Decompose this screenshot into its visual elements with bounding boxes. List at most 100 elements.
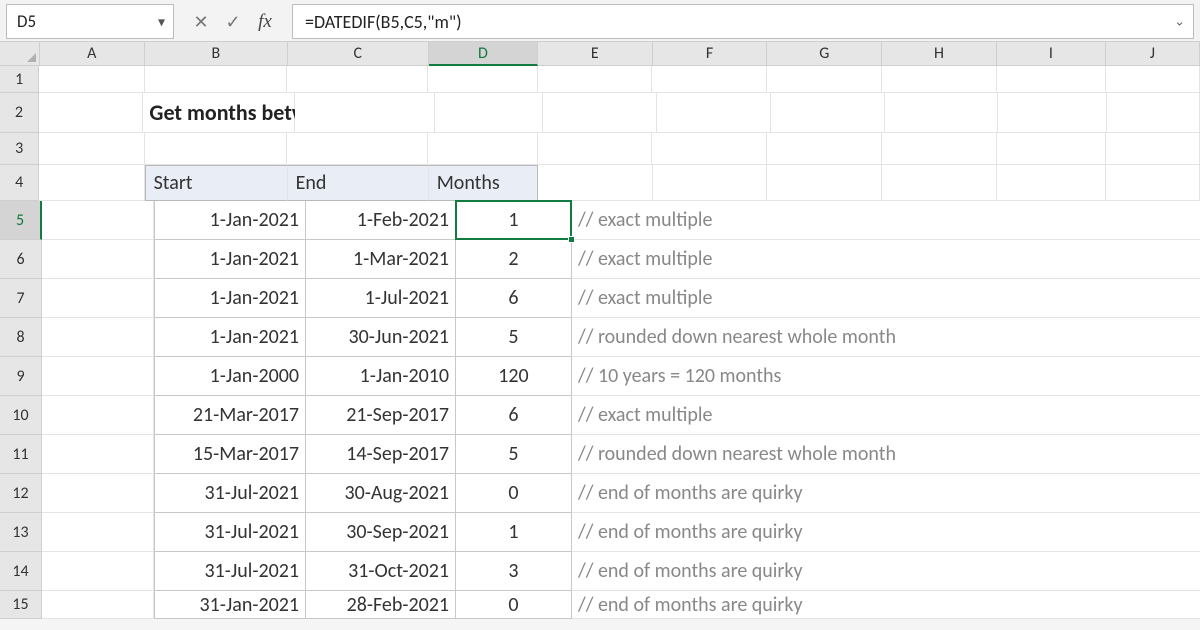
cell-months[interactable]: 120 bbox=[456, 357, 572, 396]
cell-start[interactable]: 1-Jan-2021 bbox=[154, 201, 306, 240]
cell-comment[interactable]: // rounded down nearest whole month bbox=[572, 318, 1200, 357]
cell-months[interactable]: 5 bbox=[456, 318, 572, 357]
cell[interactable] bbox=[39, 66, 144, 93]
cell[interactable] bbox=[543, 93, 657, 133]
cell-months[interactable]: 1 bbox=[456, 201, 572, 240]
cell-comment[interactable]: // end of months are quirky bbox=[572, 591, 1200, 619]
cell[interactable] bbox=[538, 133, 653, 165]
cell[interactable] bbox=[42, 357, 154, 396]
row-header-2[interactable]: 2 bbox=[0, 93, 39, 133]
cell-start[interactable]: 31-Jan-2021 bbox=[154, 591, 306, 619]
cell[interactable] bbox=[287, 133, 428, 165]
cell[interactable] bbox=[42, 435, 154, 474]
cell[interactable] bbox=[42, 279, 154, 318]
cell-comment[interactable]: // exact multiple bbox=[572, 240, 1200, 279]
row-header-4[interactable]: 4 bbox=[0, 165, 39, 201]
row-header-10[interactable]: 10 bbox=[0, 396, 42, 435]
cell[interactable] bbox=[998, 93, 1106, 133]
cell[interactable] bbox=[42, 240, 154, 279]
cell-comment[interactable]: // end of months are quirky bbox=[572, 513, 1200, 552]
cell-comment[interactable]: // end of months are quirky bbox=[572, 474, 1200, 513]
page-title[interactable]: Get months between dates bbox=[143, 93, 295, 133]
cell-comment[interactable]: // exact multiple bbox=[572, 396, 1200, 435]
cell[interactable] bbox=[767, 133, 882, 165]
cell-comment[interactable]: // 10 years = 120 months bbox=[572, 357, 1200, 396]
cell[interactable] bbox=[997, 165, 1106, 201]
cell[interactable] bbox=[435, 93, 543, 133]
cell-end[interactable]: 31-Oct-2021 bbox=[306, 552, 456, 591]
row-header-11[interactable]: 11 bbox=[0, 435, 42, 474]
cell[interactable] bbox=[538, 66, 653, 93]
cell-end[interactable]: 14-Sep-2017 bbox=[306, 435, 456, 474]
cell-months[interactable]: 6 bbox=[456, 279, 572, 318]
table-header-start[interactable]: Start bbox=[145, 165, 288, 201]
enter-icon[interactable]: ✓ bbox=[222, 11, 244, 33]
chevron-down-icon[interactable]: ▾ bbox=[158, 13, 165, 30]
cell-months[interactable]: 5 bbox=[456, 435, 572, 474]
cell-start[interactable]: 1-Jan-2021 bbox=[154, 279, 306, 318]
row-header-1[interactable]: 1 bbox=[0, 66, 39, 93]
cell[interactable] bbox=[882, 133, 997, 165]
cell-comment[interactable]: // end of months are quirky bbox=[572, 552, 1200, 591]
row-header-7[interactable]: 7 bbox=[0, 279, 42, 318]
cell-end[interactable]: 30-Aug-2021 bbox=[306, 474, 456, 513]
cell[interactable] bbox=[39, 93, 144, 133]
row-header-15[interactable]: 15 bbox=[0, 591, 42, 619]
col-header-J[interactable]: J bbox=[1106, 42, 1200, 66]
cell[interactable] bbox=[428, 66, 537, 93]
cell-comment[interactable]: // exact multiple bbox=[572, 201, 1200, 240]
cell[interactable] bbox=[653, 165, 768, 201]
cell-months[interactable]: 2 bbox=[456, 240, 572, 279]
row-header-6[interactable]: 6 bbox=[0, 240, 42, 279]
cell[interactable] bbox=[882, 165, 997, 201]
row-header-3[interactable]: 3 bbox=[0, 133, 39, 165]
formula-input[interactable]: =DATEDIF(B5,C5,"m") ⌄ bbox=[292, 4, 1194, 39]
cell[interactable] bbox=[295, 93, 435, 133]
cell-months[interactable]: 6 bbox=[456, 396, 572, 435]
cell-comment[interactable]: // exact multiple bbox=[572, 279, 1200, 318]
cell-months[interactable]: 1 bbox=[456, 513, 572, 552]
cell[interactable] bbox=[39, 133, 144, 165]
cell[interactable] bbox=[42, 513, 154, 552]
row-header-13[interactable]: 13 bbox=[0, 513, 42, 552]
col-header-H[interactable]: H bbox=[882, 42, 997, 66]
row-header-12[interactable]: 12 bbox=[0, 474, 42, 513]
cell-start[interactable]: 31-Jul-2021 bbox=[154, 552, 306, 591]
col-header-D[interactable]: D bbox=[429, 42, 538, 66]
cell[interactable] bbox=[652, 133, 767, 165]
col-header-F[interactable]: F bbox=[653, 42, 768, 66]
col-header-B[interactable]: B bbox=[145, 42, 288, 66]
cell-end[interactable]: 1-Mar-2021 bbox=[306, 240, 456, 279]
name-box[interactable]: D5 ▾ bbox=[6, 4, 174, 39]
cell-end[interactable]: 21-Sep-2017 bbox=[306, 396, 456, 435]
cell[interactable] bbox=[767, 66, 882, 93]
row-header-8[interactable]: 8 bbox=[0, 318, 42, 357]
col-header-I[interactable]: I bbox=[997, 42, 1106, 66]
row-header-5[interactable]: 5 bbox=[0, 201, 42, 240]
cell-end[interactable]: 28-Feb-2021 bbox=[306, 591, 456, 619]
cell[interactable] bbox=[538, 165, 653, 201]
cancel-icon[interactable]: ✕ bbox=[190, 11, 212, 33]
table-header-months[interactable]: Months bbox=[429, 165, 538, 201]
cell[interactable] bbox=[997, 66, 1106, 93]
cell[interactable] bbox=[885, 93, 999, 133]
cell[interactable] bbox=[1106, 66, 1200, 93]
cell-start[interactable]: 31-Jul-2021 bbox=[154, 513, 306, 552]
cell[interactable] bbox=[997, 133, 1106, 165]
fx-icon[interactable]: fx bbox=[254, 11, 276, 33]
row-header-9[interactable]: 9 bbox=[0, 357, 42, 396]
cell-months[interactable]: 3 bbox=[456, 552, 572, 591]
cell-end[interactable]: 1-Jul-2021 bbox=[306, 279, 456, 318]
table-header-end[interactable]: End bbox=[288, 165, 429, 201]
col-header-A[interactable]: A bbox=[40, 42, 145, 66]
cell[interactable] bbox=[42, 396, 154, 435]
cell[interactable] bbox=[287, 66, 428, 93]
row-header-14[interactable]: 14 bbox=[0, 552, 42, 591]
cell[interactable] bbox=[42, 552, 154, 591]
cell[interactable] bbox=[1106, 165, 1200, 201]
cell[interactable] bbox=[145, 133, 288, 165]
cell-start[interactable]: 15-Mar-2017 bbox=[154, 435, 306, 474]
cell-end[interactable]: 30-Sep-2021 bbox=[306, 513, 456, 552]
cell-end[interactable]: 1-Feb-2021 bbox=[306, 201, 456, 240]
cell[interactable] bbox=[1106, 133, 1200, 165]
